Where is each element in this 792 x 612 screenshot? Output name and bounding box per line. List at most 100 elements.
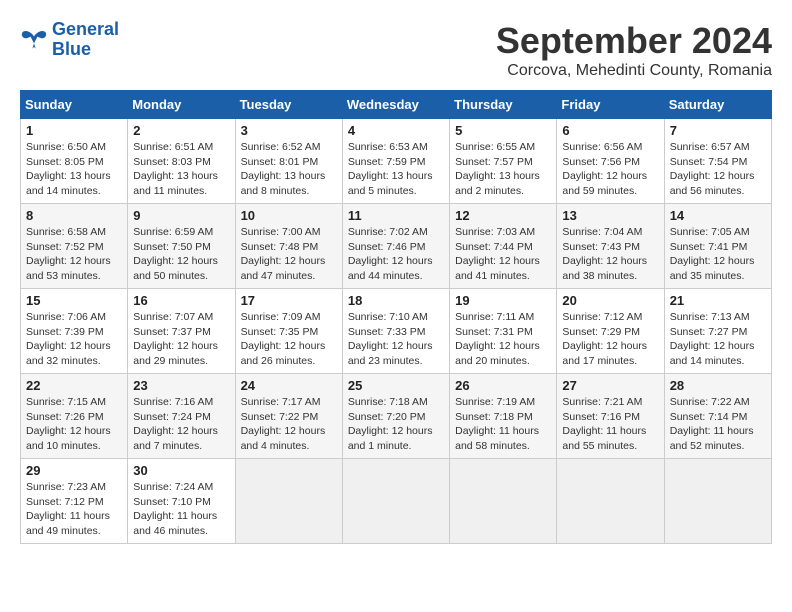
header-row: SundayMondayTuesdayWednesdayThursdayFrid… — [21, 91, 772, 119]
calendar-cell: 5 Sunrise: 6:55 AMSunset: 7:57 PMDaylight… — [450, 119, 557, 204]
header-day-thursday: Thursday — [450, 91, 557, 119]
day-info: Sunrise: 7:10 AMSunset: 7:33 PMDaylight:… — [348, 310, 444, 369]
day-number: 11 — [348, 208, 444, 223]
day-info: Sunrise: 7:09 AMSunset: 7:35 PMDaylight:… — [241, 310, 337, 369]
calendar-cell: 2 Sunrise: 6:51 AMSunset: 8:03 PMDaylight… — [128, 119, 235, 204]
day-number: 2 — [133, 123, 229, 138]
header-day-monday: Monday — [128, 91, 235, 119]
calendar-cell: 16Sunrise: 7:07 AMSunset: 7:37 PMDayligh… — [128, 289, 235, 374]
day-number: 15 — [26, 293, 122, 308]
day-info: Sunrise: 6:50 AMSunset: 8:05 PMDaylight:… — [26, 140, 122, 199]
day-number: 9 — [133, 208, 229, 223]
calendar-week-2: 8 Sunrise: 6:58 AMSunset: 7:52 PMDaylight… — [21, 204, 772, 289]
calendar-cell: 6Sunrise: 6:56 AMSunset: 7:56 PMDaylight… — [557, 119, 664, 204]
calendar-cell: 20 Sunrise: 7:12 AMSunset: 7:29 PMDayligh… — [557, 289, 664, 374]
logo-bird-icon — [20, 28, 48, 52]
day-number: 22 — [26, 378, 122, 393]
calendar-week-4: 22 Sunrise: 7:15 AMSunset: 7:26 PMDayligh… — [21, 374, 772, 459]
calendar-cell: 28Sunrise: 7:22 AMSunset: 7:14 PMDayligh… — [664, 374, 771, 459]
day-info: Sunrise: 7:02 AMSunset: 7:46 PMDaylight:… — [348, 225, 444, 284]
day-info: Sunrise: 6:57 AMSunset: 7:54 PMDaylight:… — [670, 140, 766, 199]
day-number: 16 — [133, 293, 229, 308]
calendar-cell — [235, 459, 342, 544]
day-info: Sunrise: 7:22 AMSunset: 7:14 PMDaylight:… — [670, 395, 766, 454]
day-info: Sunrise: 7:17 AMSunset: 7:22 PMDaylight:… — [241, 395, 337, 454]
day-info: Sunrise: 7:00 AMSunset: 7:48 PMDaylight:… — [241, 225, 337, 284]
day-info: Sunrise: 6:52 AMSunset: 8:01 PMDaylight:… — [241, 140, 337, 199]
calendar-cell: 23 Sunrise: 7:16 AMSunset: 7:24 PMDayligh… — [128, 374, 235, 459]
day-info: Sunrise: 6:51 AMSunset: 8:03 PMDaylight:… — [133, 140, 229, 199]
calendar-cell: 21 Sunrise: 7:13 AMSunset: 7:27 PMDayligh… — [664, 289, 771, 374]
day-number: 6 — [562, 123, 658, 138]
day-info: Sunrise: 7:13 AMSunset: 7:27 PMDaylight:… — [670, 310, 766, 369]
calendar-week-5: 29 Sunrise: 7:23 AMSunset: 7:12 PMDayligh… — [21, 459, 772, 544]
calendar-body: 1 Sunrise: 6:50 AMSunset: 8:05 PMDaylight… — [21, 119, 772, 544]
calendar-cell: 3 Sunrise: 6:52 AMSunset: 8:01 PMDaylight… — [235, 119, 342, 204]
calendar-cell: 29 Sunrise: 7:23 AMSunset: 7:12 PMDayligh… — [21, 459, 128, 544]
calendar-cell: 18 Sunrise: 7:10 AMSunset: 7:33 PMDayligh… — [342, 289, 449, 374]
day-number: 19 — [455, 293, 551, 308]
calendar-cell — [450, 459, 557, 544]
title-block: September 2024 Corcova, Mehedinti County… — [496, 20, 772, 80]
day-number: 8 — [26, 208, 122, 223]
day-number: 20 — [562, 293, 658, 308]
day-info: Sunrise: 6:59 AMSunset: 7:50 PMDaylight:… — [133, 225, 229, 284]
calendar-cell: 30 Sunrise: 7:24 AMSunset: 7:10 PMDayligh… — [128, 459, 235, 544]
day-info: Sunrise: 7:15 AMSunset: 7:26 PMDaylight:… — [26, 395, 122, 454]
calendar-table: SundayMondayTuesdayWednesdayThursdayFrid… — [20, 90, 772, 544]
calendar-header: SundayMondayTuesdayWednesdayThursdayFrid… — [21, 91, 772, 119]
day-info: Sunrise: 6:53 AMSunset: 7:59 PMDaylight:… — [348, 140, 444, 199]
header-day-tuesday: Tuesday — [235, 91, 342, 119]
day-number: 17 — [241, 293, 337, 308]
day-number: 3 — [241, 123, 337, 138]
day-number: 1 — [26, 123, 122, 138]
day-info: Sunrise: 7:12 AMSunset: 7:29 PMDaylight:… — [562, 310, 658, 369]
calendar-cell: 11 Sunrise: 7:02 AMSunset: 7:46 PMDayligh… — [342, 204, 449, 289]
day-info: Sunrise: 6:55 AMSunset: 7:57 PMDaylight:… — [455, 140, 551, 199]
day-number: 10 — [241, 208, 337, 223]
day-number: 30 — [133, 463, 229, 478]
day-number: 23 — [133, 378, 229, 393]
day-number: 29 — [26, 463, 122, 478]
header-day-wednesday: Wednesday — [342, 91, 449, 119]
day-number: 5 — [455, 123, 551, 138]
header-day-saturday: Saturday — [664, 91, 771, 119]
calendar-cell — [557, 459, 664, 544]
page-header: General Blue September 2024 Corcova, Meh… — [20, 20, 772, 80]
calendar-week-3: 15Sunrise: 7:06 AMSunset: 7:39 PMDayligh… — [21, 289, 772, 374]
calendar-cell: 10 Sunrise: 7:00 AMSunset: 7:48 PMDayligh… — [235, 204, 342, 289]
day-info: Sunrise: 7:24 AMSunset: 7:10 PMDaylight:… — [133, 480, 229, 539]
calendar-cell: 13Sunrise: 7:04 AMSunset: 7:43 PMDayligh… — [557, 204, 664, 289]
calendar-cell: 25 Sunrise: 7:18 AMSunset: 7:20 PMDayligh… — [342, 374, 449, 459]
day-info: Sunrise: 7:19 AMSunset: 7:18 PMDaylight:… — [455, 395, 551, 454]
day-number: 12 — [455, 208, 551, 223]
day-info: Sunrise: 7:23 AMSunset: 7:12 PMDaylight:… — [26, 480, 122, 539]
calendar-cell: 8 Sunrise: 6:58 AMSunset: 7:52 PMDaylight… — [21, 204, 128, 289]
day-number: 27 — [562, 378, 658, 393]
calendar-cell — [664, 459, 771, 544]
calendar-cell: 24Sunrise: 7:17 AMSunset: 7:22 PMDayligh… — [235, 374, 342, 459]
day-info: Sunrise: 7:03 AMSunset: 7:44 PMDaylight:… — [455, 225, 551, 284]
logo: General Blue — [20, 20, 119, 60]
calendar-cell: 17 Sunrise: 7:09 AMSunset: 7:35 PMDayligh… — [235, 289, 342, 374]
calendar-cell: 14Sunrise: 7:05 AMSunset: 7:41 PMDayligh… — [664, 204, 771, 289]
day-info: Sunrise: 7:16 AMSunset: 7:24 PMDaylight:… — [133, 395, 229, 454]
calendar-cell: 19 Sunrise: 7:11 AMSunset: 7:31 PMDayligh… — [450, 289, 557, 374]
calendar-cell: 15Sunrise: 7:06 AMSunset: 7:39 PMDayligh… — [21, 289, 128, 374]
calendar-cell: 12 Sunrise: 7:03 AMSunset: 7:44 PMDayligh… — [450, 204, 557, 289]
day-number: 18 — [348, 293, 444, 308]
day-number: 21 — [670, 293, 766, 308]
day-info: Sunrise: 6:58 AMSunset: 7:52 PMDaylight:… — [26, 225, 122, 284]
calendar-cell: 22 Sunrise: 7:15 AMSunset: 7:26 PMDayligh… — [21, 374, 128, 459]
day-number: 25 — [348, 378, 444, 393]
day-number: 26 — [455, 378, 551, 393]
logo-text: General Blue — [52, 20, 119, 60]
page-subtitle: Corcova, Mehedinti County, Romania — [496, 62, 772, 80]
calendar-cell — [342, 459, 449, 544]
day-info: Sunrise: 7:18 AMSunset: 7:20 PMDaylight:… — [348, 395, 444, 454]
header-day-friday: Friday — [557, 91, 664, 119]
day-info: Sunrise: 7:11 AMSunset: 7:31 PMDaylight:… — [455, 310, 551, 369]
page-title: September 2024 — [496, 20, 772, 62]
day-info: Sunrise: 7:21 AMSunset: 7:16 PMDaylight:… — [562, 395, 658, 454]
header-day-sunday: Sunday — [21, 91, 128, 119]
